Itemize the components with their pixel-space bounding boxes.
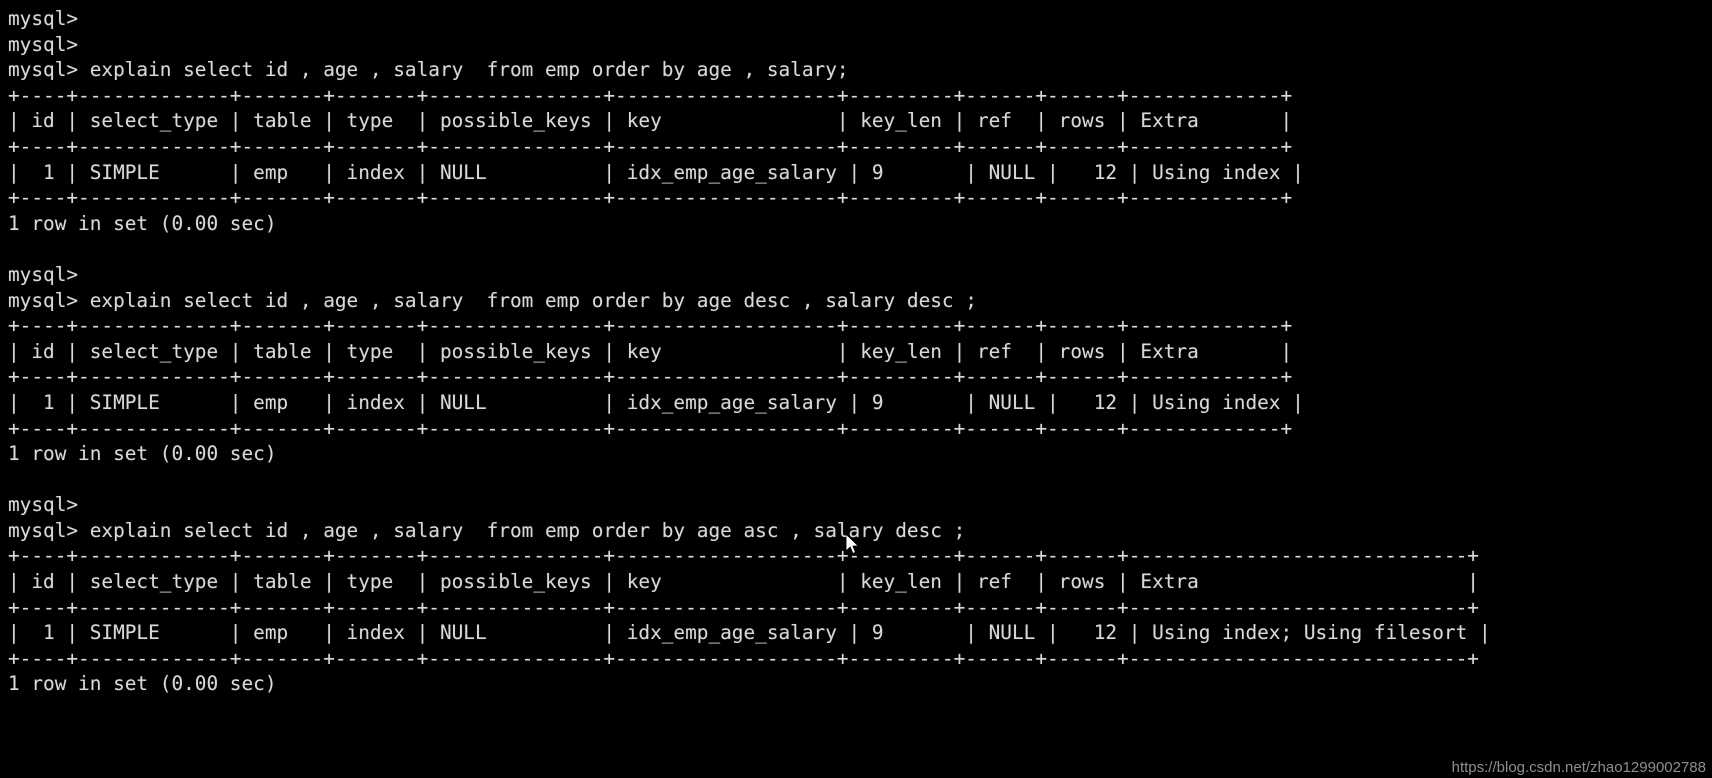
terminal-window[interactable]: mysql> mysql> mysql> explain select id , a… <box>0 0 1712 778</box>
terminal-line: +----+-------------+-------+-------+----… <box>8 646 1479 670</box>
terminal-line: | 1 | SIMPLE | emp | index | NULL | idx_… <box>8 621 1491 645</box>
terminal-line: | id | select_type | table | type | poss… <box>8 570 1479 594</box>
terminal-line: mysql> <box>8 32 79 56</box>
terminal-line: mysql> <box>8 262 79 286</box>
terminal-line: | id | select_type | table | type | poss… <box>8 109 1293 133</box>
terminal-line: mysql> explain select id , age , salary … <box>8 58 849 82</box>
terminal-line: +----+-------------+-------+-------+----… <box>8 416 1293 440</box>
terminal-line: +----+-------------+-------+-------+----… <box>8 595 1479 619</box>
terminal-line: +----+-------------+-------+-------+----… <box>8 186 1293 210</box>
terminal-line: mysql> explain select id , age , salary … <box>8 518 966 542</box>
terminal-line: +----+-------------+-------+-------+----… <box>8 83 1293 107</box>
terminal-line: +----+-------------+-------+-------+----… <box>8 314 1293 338</box>
terminal-line: 1 row in set (0.00 sec) <box>8 442 277 466</box>
terminal-line: | id | select_type | table | type | poss… <box>8 339 1293 363</box>
terminal-line: | 1 | SIMPLE | emp | index | NULL | idx_… <box>8 390 1304 414</box>
terminal-line: +----+-------------+-------+-------+----… <box>8 134 1293 158</box>
terminal-line: | 1 | SIMPLE | emp | index | NULL | idx_… <box>8 160 1304 184</box>
terminal-line: mysql> <box>8 493 79 517</box>
terminal-line: 1 row in set (0.00 sec) <box>8 672 277 696</box>
terminal-line: mysql> <box>8 7 79 30</box>
watermark-text: https://blog.csdn.net/zhao1299002788 <box>1451 759 1706 776</box>
terminal-line: +----+-------------+-------+-------+----… <box>8 544 1479 568</box>
terminal-output: mysql> mysql> mysql> explain select id , a… <box>8 6 1712 697</box>
terminal-line: mysql> explain select id , age , salary … <box>8 288 977 312</box>
terminal-line: +----+-------------+-------+-------+----… <box>8 365 1293 389</box>
terminal-line: 1 row in set (0.00 sec) <box>8 211 277 235</box>
